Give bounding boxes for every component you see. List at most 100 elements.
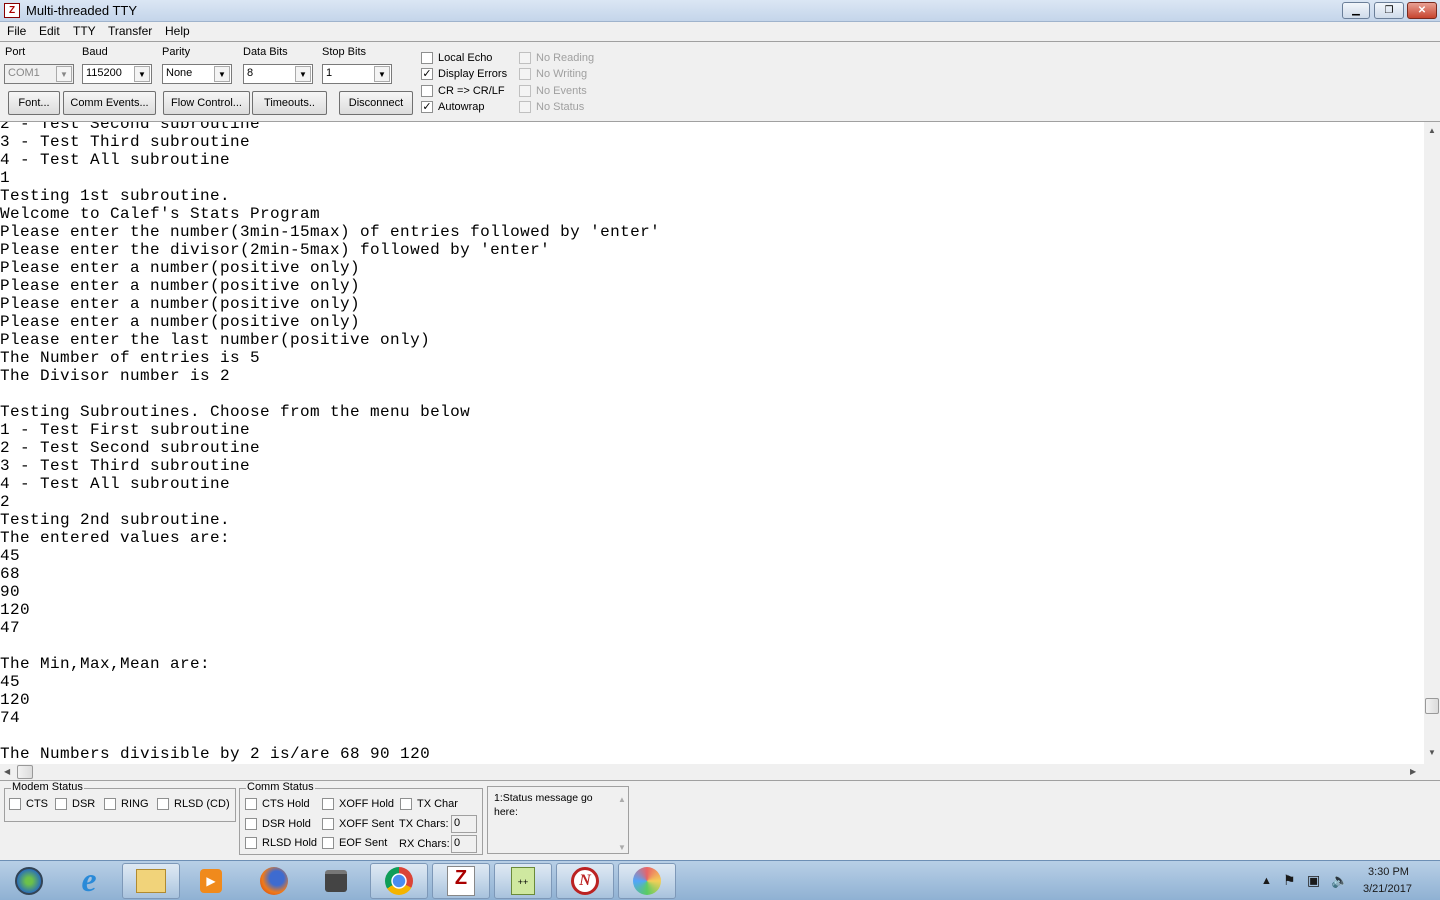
flow-control-button[interactable]: Flow Control... <box>163 91 250 115</box>
rx-chars-value: 0 <box>451 835 477 853</box>
tx-chars-value: 0 <box>451 815 477 833</box>
scroll-down-icon[interactable]: ▼ <box>1428 748 1436 757</box>
parity-select[interactable]: None ▼ <box>162 64 232 84</box>
baud-select[interactable]: 115200 ▼ <box>82 64 152 84</box>
checkbox-icon <box>55 798 67 810</box>
vertical-scroll-thumb[interactable] <box>1425 698 1439 714</box>
horizontal-scroll-thumb[interactable] <box>17 765 33 779</box>
title-bar: Z Multi-threaded TTY ▁ ❐ ✕ <box>0 0 1440 22</box>
terminal-line: 4 - Test All subroutine <box>0 151 231 169</box>
scroll-left-icon[interactable]: ◀ <box>4 767 10 776</box>
parity-value: None <box>166 67 193 79</box>
no-reading-label: No Reading <box>536 52 595 64</box>
taskbar-chrome[interactable] <box>370 863 428 899</box>
tty-app-icon: Z <box>4 3 20 18</box>
taskbar-network-lock[interactable] <box>307 863 365 899</box>
clock-time[interactable]: 3:30 PM <box>1368 866 1409 878</box>
terminal-output[interactable]: 2 - Test Second subroutine 3 - Test Third… <box>0 122 1424 764</box>
menu-help[interactable]: Help <box>165 24 190 38</box>
autowrap-checkbox[interactable]: ✓ Autowrap <box>421 101 484 113</box>
taskbar-media-player[interactable]: ▶ <box>182 863 240 899</box>
tx-char-checkbox: TX Char <box>400 798 458 810</box>
scroll-down-icon[interactable]: ▼ <box>618 841 626 855</box>
xoff-hold-label: XOFF Hold <box>339 798 395 810</box>
rlsd-checkbox: RLSD (CD) <box>157 798 230 810</box>
autowrap-label: Autowrap <box>438 101 485 113</box>
rlsd-label: RLSD (CD) <box>174 798 230 810</box>
port-select[interactable]: COM1 ▼ <box>4 64 74 84</box>
timeouts-button[interactable]: Timeouts.. <box>252 91 327 115</box>
local-echo-checkbox[interactable]: Local Echo <box>421 52 492 64</box>
minimize-button[interactable]: ▁ <box>1342 2 1370 19</box>
checkbox-icon <box>9 798 21 810</box>
notepad-plus-plus-icon: ++ <box>511 867 535 895</box>
tx-chars-label: TX Chars: <box>399 818 449 830</box>
data-bits-select[interactable]: 8 ▼ <box>243 64 313 84</box>
taskbar-file-explorer[interactable] <box>122 863 180 899</box>
checkbox-icon <box>322 798 334 810</box>
horizontal-scrollbar[interactable]: ◀ ▶ <box>0 764 1424 780</box>
terminal-line: 4 - Test All subroutine <box>0 475 231 493</box>
scroll-right-icon[interactable]: ▶ <box>1410 767 1416 776</box>
network-icon[interactable]: ▣ <box>1307 872 1320 889</box>
comm-status-title: Comm Status <box>246 781 315 793</box>
parity-label: Parity <box>162 46 191 58</box>
volume-icon[interactable]: 🔈 <box>1331 872 1348 889</box>
dsr-hold-checkbox: DSR Hold <box>245 818 311 830</box>
terminal-line: 120 <box>0 691 31 709</box>
cr-crlf-checkbox[interactable]: CR => CR/LF <box>421 85 505 97</box>
terminal-line: 68 <box>0 565 21 583</box>
action-center-flag-icon[interactable]: ⚑ <box>1283 872 1296 889</box>
menu-tty[interactable]: TTY <box>73 24 96 38</box>
comm-events-button[interactable]: Comm Events... <box>63 91 156 115</box>
chevron-down-icon: ▼ <box>134 66 150 82</box>
scroll-up-icon[interactable]: ▲ <box>1428 126 1436 135</box>
taskbar-internet-explorer[interactable]: e <box>60 862 118 899</box>
font-button[interactable]: Font... <box>8 91 60 115</box>
clock-date[interactable]: 3/21/2017 <box>1363 883 1412 895</box>
internet-explorer-icon: e <box>81 862 97 899</box>
terminal-line: The Divisor number is 2 <box>0 367 231 385</box>
tty-app-icon: Z <box>447 866 475 896</box>
restore-button[interactable]: ❐ <box>1374 2 1404 19</box>
terminal-line: 2 - Test Second subroutine <box>0 439 261 457</box>
taskbar-firefox[interactable] <box>245 863 303 899</box>
cts-checkbox: CTS <box>9 798 48 810</box>
terminal-line: 120 <box>0 601 31 619</box>
terminal-line: Testing 2nd subroutine. <box>0 511 231 529</box>
vertical-scrollbar[interactable]: ▲ ▼ <box>1424 122 1440 764</box>
xoff-hold-checkbox: XOFF Hold <box>322 798 394 810</box>
windows-logo-icon <box>15 867 43 895</box>
ring-checkbox: RING <box>104 798 149 810</box>
dsr-label: DSR <box>72 798 96 810</box>
stop-bits-label: Stop Bits <box>322 46 367 58</box>
close-button[interactable]: ✕ <box>1407 2 1437 19</box>
taskbar-netbeans[interactable]: N <box>556 863 614 899</box>
checkbox-icon <box>519 101 531 113</box>
show-hidden-icons[interactable]: ▲ <box>1261 875 1272 887</box>
checkbox-icon <box>322 837 334 849</box>
scroll-up-icon[interactable]: ▲ <box>618 793 626 807</box>
baud-label: Baud <box>82 46 108 58</box>
taskbar-paint[interactable] <box>618 863 676 899</box>
chevron-down-icon: ▼ <box>374 66 390 82</box>
menu-edit[interactable]: Edit <box>39 24 60 38</box>
menu-file[interactable]: File <box>7 24 26 38</box>
taskbar-notepad-plus-plus[interactable]: ++ <box>494 863 552 899</box>
checkbox-icon <box>421 85 433 97</box>
cts-hold-checkbox: CTS Hold <box>245 798 310 810</box>
menu-transfer[interactable]: Transfer <box>108 24 152 38</box>
taskbar: e ▶ Z ++ N ▲ ⚑ ▣ 🔈 3:30 PM 3/21/2017 <box>0 860 1440 900</box>
no-status-checkbox: No Status <box>519 101 584 113</box>
taskbar-tty-app[interactable]: Z <box>432 863 490 899</box>
status-message-box[interactable]: 1:Status message go here: ▲ ▼ <box>487 786 629 854</box>
status-message: 1:Status message go here: <box>494 792 593 818</box>
checkbox-icon <box>519 52 531 64</box>
start-button[interactable] <box>0 863 58 899</box>
display-errors-checkbox[interactable]: ✓ Display Errors <box>421 68 507 80</box>
terminal-line: The entered values are: <box>0 529 231 547</box>
stop-bits-select[interactable]: 1 ▼ <box>322 64 392 84</box>
disconnect-button[interactable]: Disconnect <box>339 91 413 115</box>
terminal-line: Please enter a number(positive only) <box>0 277 361 295</box>
